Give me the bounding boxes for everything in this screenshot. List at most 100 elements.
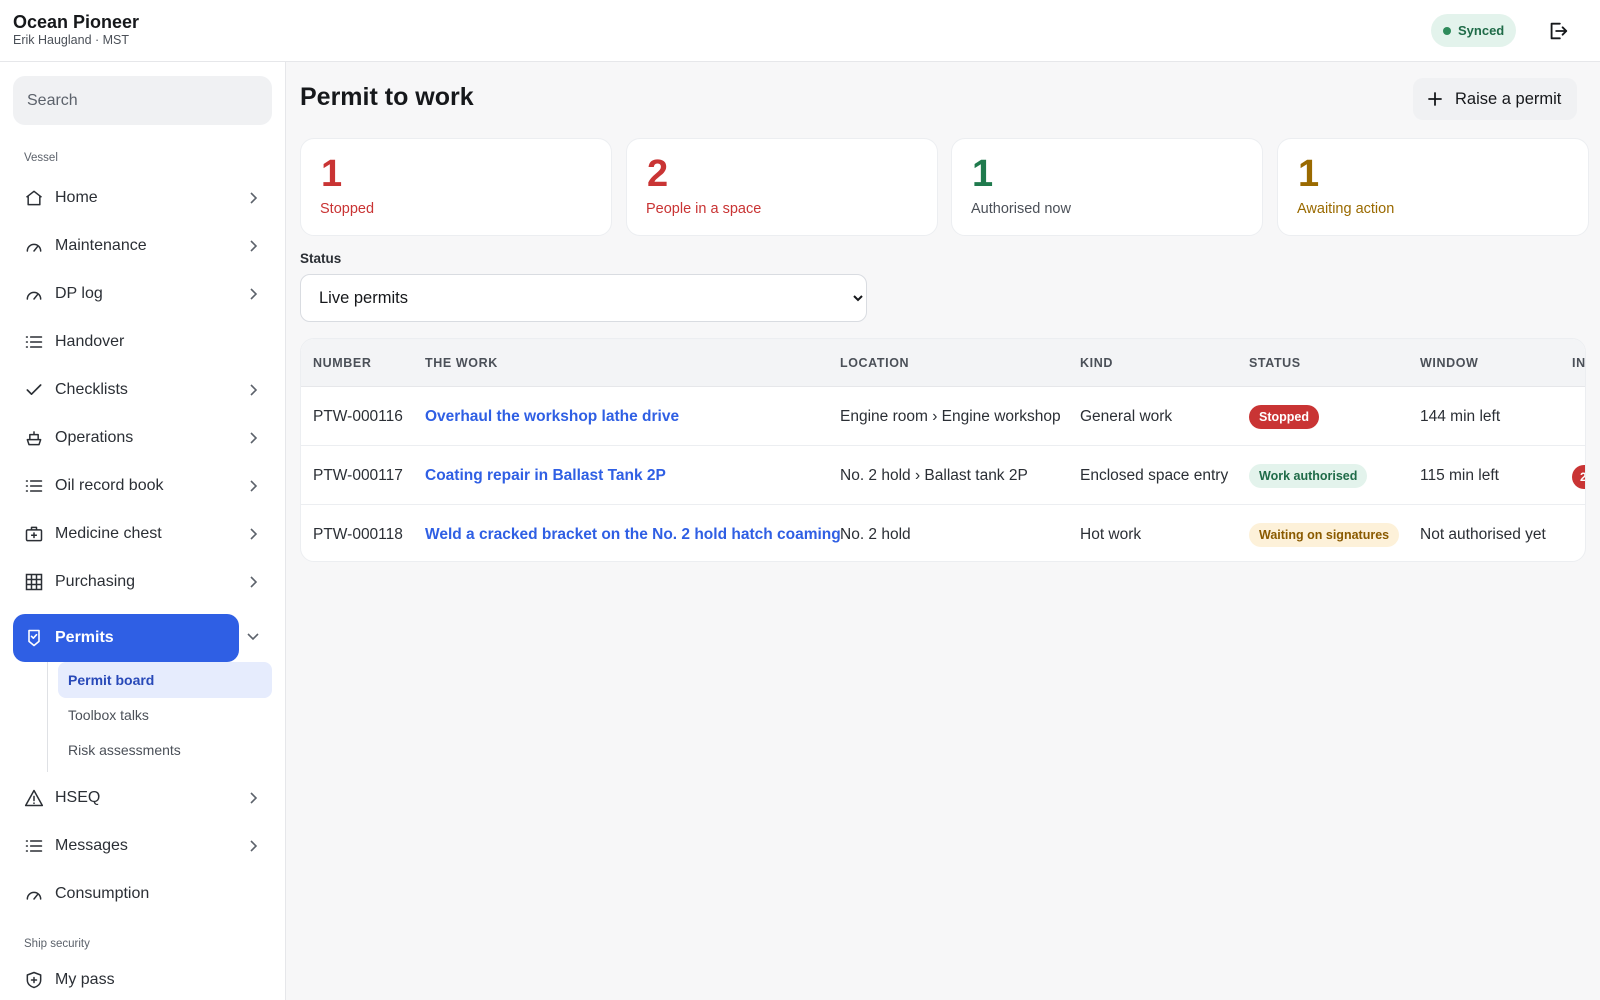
permit-number: PTW-000116 [313, 408, 403, 425]
warning-icon [24, 788, 44, 808]
sidebar-item-consumption[interactable]: Consumption [13, 870, 272, 918]
sidebar: Vessel Home Maintenance DP log Handover … [0, 62, 286, 1000]
home-icon [24, 188, 44, 208]
stat-label: Stopped [320, 201, 375, 217]
chevron-right-icon [246, 526, 260, 542]
sidebar-item-checklists[interactable]: Checklists [13, 366, 272, 414]
permit-work-link[interactable]: Weld a cracked bracket on the No. 2 hold… [425, 526, 841, 544]
sidebar-item-medicine-chest[interactable]: Medicine chest [13, 510, 272, 558]
permit-work-link[interactable]: Coating repair in Ballast Tank 2P [425, 467, 666, 485]
stat-label: Awaiting action [1297, 201, 1395, 217]
sidebar-item-label: DP log [55, 285, 103, 302]
permit-kind: Enclosed space entry [1080, 467, 1229, 484]
permit-shield-icon [24, 628, 44, 648]
sidebar-subitem-permit-board[interactable]: Permit board [58, 662, 272, 698]
stat-value: 1 [1298, 153, 1320, 195]
list-icon [24, 476, 44, 496]
table-row[interactable]: PTW-000117 Coating repair in Ballast Tan… [301, 446, 1585, 505]
chevron-right-icon [246, 838, 260, 854]
sync-status-badge: Synced [1431, 14, 1517, 47]
sidebar-item-label: Oil record book [55, 477, 164, 494]
stat-card-stopped[interactable]: 1 Stopped [300, 138, 612, 236]
check-icon [24, 380, 44, 400]
sidebar-item-messages[interactable]: Messages [13, 822, 272, 870]
sidebar-item-oil-record-book[interactable]: Oil record book [13, 462, 272, 510]
permit-number: PTW-000117 [313, 467, 403, 484]
sidebar-item-label: HSEQ [55, 789, 101, 806]
raise-permit-button[interactable]: Raise a permit [1413, 78, 1578, 120]
sidebar-item-hseq[interactable]: HSEQ [13, 774, 272, 822]
sidebar-subitem-toolbox-talks[interactable]: Toolbox talks [58, 697, 272, 733]
column-header-kind[interactable]: KIND [1080, 356, 1113, 370]
logout-button[interactable] [1543, 16, 1573, 46]
gauge-icon [24, 884, 44, 904]
search-input[interactable] [13, 76, 272, 125]
sidebar-item-maintenance[interactable]: Maintenance [13, 222, 272, 270]
stat-label: Authorised now [971, 201, 1071, 217]
chevron-right-icon [246, 190, 260, 206]
ship-icon [24, 428, 44, 448]
sidebar-item-handover[interactable]: Handover [13, 318, 272, 366]
user-line: Erik Haugland · MST [13, 33, 130, 47]
gauge-icon [24, 284, 44, 304]
chevron-right-icon [246, 238, 260, 254]
column-header-location[interactable]: LOCATION [840, 356, 909, 370]
column-header-status[interactable]: STATUS [1249, 356, 1301, 370]
stat-value: 2 [647, 153, 669, 195]
plus-icon [1427, 91, 1443, 107]
status-filter-label: Status [300, 251, 342, 266]
stat-card-awaiting-action[interactable]: 1 Awaiting action [1277, 138, 1589, 236]
table-row[interactable]: PTW-000116 Overhaul the workshop lathe d… [301, 387, 1585, 446]
permit-window: Not authorised yet [1420, 526, 1546, 543]
sidebar-item-home[interactable]: Home [13, 174, 272, 222]
stat-label: People in a space [646, 201, 762, 217]
sync-dot-icon [1443, 26, 1451, 35]
table-row[interactable]: PTW-000118 Weld a cracked bracket on the… [301, 505, 1585, 561]
permit-location: No. 2 hold [840, 526, 911, 543]
sidebar-item-label: Medicine chest [55, 525, 162, 542]
sidebar-item-label: Permits [55, 629, 114, 646]
column-header-in[interactable]: IN [1572, 356, 1585, 370]
permit-window: 115 min left [1420, 467, 1499, 484]
permit-location: Engine room › Engine workshop [840, 408, 1061, 425]
permit-kind: General work [1080, 408, 1173, 425]
list-icon [24, 332, 44, 352]
sidebar-subitem-risk-assessments[interactable]: Risk assessments [58, 732, 272, 768]
column-header-work[interactable]: THE WORK [425, 356, 498, 370]
subnav-divider [47, 662, 48, 772]
status-badge: Stopped [1249, 405, 1319, 429]
vessel-name: Ocean Pioneer [13, 12, 140, 32]
stat-value: 1 [972, 153, 994, 195]
section-label-ship-security: Ship security [24, 938, 90, 950]
stat-card-people-in-space[interactable]: 2 People in a space [626, 138, 938, 236]
sidebar-item-label: Messages [55, 837, 128, 854]
chevron-right-icon [246, 382, 260, 398]
chevron-down-icon[interactable] [246, 628, 260, 644]
sidebar-item-dp-log[interactable]: DP log [13, 270, 272, 318]
permit-window: 144 min left [1420, 408, 1501, 425]
top-bar: Ocean Pioneer Erik Haugland · MST Synced [0, 0, 1600, 62]
sidebar-item-permits[interactable]: Permits [13, 614, 239, 662]
sidebar-item-label: Handover [55, 333, 125, 350]
people-in-count-badge: 2 [1572, 465, 1585, 489]
sidebar-item-purchasing[interactable]: Purchasing [13, 558, 272, 606]
stat-card-authorised-now[interactable]: 1 Authorised now [951, 138, 1263, 236]
sidebar-item-my-pass[interactable]: My pass [13, 956, 272, 1000]
status-filter-select[interactable]: Live permits [300, 274, 867, 322]
sidebar-item-label: Operations [55, 429, 134, 446]
medical-kit-icon [24, 524, 44, 544]
section-label-vessel: Vessel [24, 152, 58, 164]
sync-status-text: Synced [1458, 23, 1505, 38]
permit-work-link[interactable]: Overhaul the workshop lathe drive [425, 408, 679, 426]
column-header-window[interactable]: WINDOW [1420, 356, 1478, 370]
sidebar-item-operations[interactable]: Operations [13, 414, 272, 462]
page-title: Permit to work [300, 83, 474, 111]
shield-plus-icon [24, 970, 44, 990]
raise-permit-label: Raise a permit [1455, 89, 1562, 108]
column-header-number[interactable]: NUMBER [313, 356, 371, 370]
sidebar-item-label: Checklists [55, 381, 128, 398]
chevron-right-icon [246, 430, 260, 446]
status-badge: Waiting on signatures [1249, 523, 1400, 547]
table-header: NUMBER THE WORK LOCATION KIND STATUS WIN… [301, 339, 1585, 387]
status-badge: Work authorised [1249, 464, 1368, 488]
